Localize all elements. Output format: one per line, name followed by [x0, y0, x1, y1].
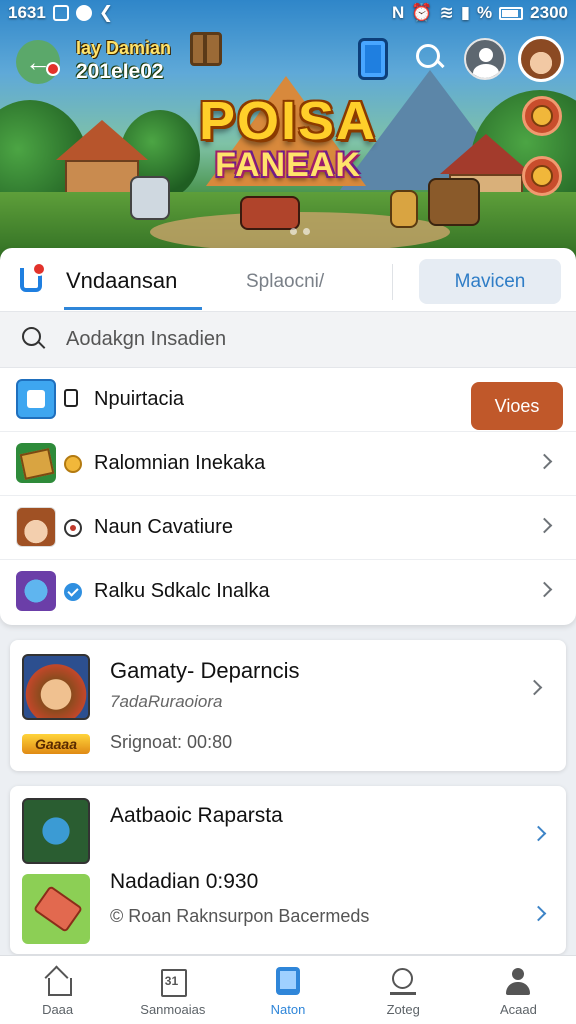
game-card-title: Aatbaoic Raparsta	[110, 804, 283, 827]
app-notification-icon	[75, 5, 92, 21]
chevron-right-icon[interactable]	[530, 905, 547, 922]
divider	[392, 264, 393, 300]
wifi-icon: ≋	[439, 3, 454, 22]
tab-bar: Vndaansan Splaocni/ Mavicen	[0, 248, 576, 312]
game-logo-line1: POISA	[198, 91, 378, 151]
user-icon	[503, 966, 533, 996]
chevron-right-icon	[536, 517, 553, 534]
notification-dot	[46, 62, 60, 76]
notification-dot	[32, 262, 46, 276]
main-card: Vndaansan Splaocni/ Mavicen Aodakgn Insa…	[0, 248, 576, 625]
monster-thumbnail-icon	[16, 571, 56, 611]
phone-icon[interactable]	[358, 38, 388, 80]
chevron-right-icon	[536, 581, 553, 598]
tab-active[interactable]: Vndaansan	[66, 268, 177, 294]
target-icon	[64, 519, 82, 537]
game-thumbnail-icon	[22, 654, 90, 720]
game-card-meta: © Roan Raknsurpon Bacermeds	[110, 906, 370, 926]
hero-subtitle: 201eIe02	[76, 60, 164, 83]
game-logo-line2: FANEAK	[215, 146, 361, 184]
game-card-title: Nadadian 0:930	[110, 870, 259, 893]
nav-item-account[interactable]: Acaad	[461, 956, 576, 1024]
list-item-label: Ralomnian Inekaka	[94, 452, 266, 474]
chevron-right-icon	[536, 453, 553, 470]
game-card-meta: Srignoat: 00:80	[110, 732, 233, 752]
chevron-right-icon[interactable]	[530, 825, 547, 842]
calendar-icon	[158, 966, 188, 997]
chevron-notification-icon: ❮	[98, 3, 114, 22]
status-time: 1631	[8, 3, 46, 22]
cart-character	[240, 196, 300, 230]
search-placeholder: Aodakgn Insadien	[66, 328, 227, 350]
document-icon	[64, 389, 78, 407]
game-badge: Gaaaa	[22, 734, 90, 754]
fish-thumbnail-icon	[22, 874, 90, 944]
search-icon	[22, 327, 48, 353]
list-item[interactable]: Ralku Sdkalc Inalka	[0, 560, 576, 624]
nfc-icon: N	[391, 3, 405, 22]
game-card-subtitle: 7adaRuraoiora	[110, 692, 223, 711]
badge-icon[interactable]	[522, 96, 562, 136]
tab-inactive[interactable]: Splaocni/	[246, 271, 324, 293]
carousel-dots[interactable]	[290, 228, 310, 235]
character-thumbnail-icon	[16, 507, 56, 547]
status-bar: 1631 ❮ N ⏰ ≋ ▮ % 2300	[0, 0, 576, 26]
notification-icon	[52, 5, 69, 21]
action-button[interactable]: Vioes	[471, 382, 563, 430]
chest-icon[interactable]	[190, 32, 222, 66]
alarm-icon: ⏰	[411, 3, 433, 22]
signal-icon: ▮	[460, 3, 471, 22]
list-item-label: Ralku Sdkalc Inalka	[94, 580, 270, 602]
nav-label: Zoteg	[386, 1002, 420, 1017]
robot-thumbnail-icon	[22, 798, 90, 864]
game-card-title: Gamaty- Deparncis	[110, 658, 300, 683]
tablet-icon	[273, 966, 303, 996]
search-icon	[388, 966, 418, 996]
hero-title: Iay Damian	[76, 38, 172, 58]
list-item[interactable]: Npuirtacia Vioes	[0, 368, 576, 432]
machine-character	[428, 178, 480, 226]
check-icon	[64, 583, 82, 601]
nav-item-home[interactable]: Daaa	[0, 956, 115, 1024]
nav-label: Acaad	[499, 1002, 537, 1017]
nav-label: Sanmoaias	[140, 1002, 206, 1017]
nav-label: Daaa	[42, 1002, 74, 1017]
tab-action-button[interactable]: Mavicen	[419, 259, 561, 304]
book-thumbnail-icon	[16, 443, 56, 483]
nav-item-calendar[interactable]: Sanmoaias	[115, 956, 230, 1024]
tab-underline	[64, 307, 202, 310]
bottom-nav: Daaa Sanmoaias Naton Zoteg Acaad	[0, 955, 576, 1024]
game-logo: POISA FANEAK	[176, 92, 400, 185]
status-battery-text: 2300	[530, 3, 568, 22]
coin-icon	[64, 455, 82, 473]
badge-icon[interactable]	[522, 156, 562, 196]
home-icon	[43, 966, 73, 996]
dog-character	[390, 190, 418, 228]
list-item-label: Npuirtacia	[94, 388, 185, 410]
profile-icon[interactable]	[464, 38, 506, 80]
chevron-right-icon	[526, 679, 543, 696]
search-icon[interactable]	[414, 42, 446, 74]
nav-item-tablet[interactable]: Naton	[230, 956, 345, 1024]
app-thumbnail-icon	[16, 379, 56, 419]
search-input[interactable]: Aodakgn Insadien	[0, 312, 576, 368]
game-card[interactable]: Gaaaa Gamaty- Deparncis 7adaRuraoiora Sr…	[10, 640, 566, 771]
avatar[interactable]	[518, 36, 564, 82]
percent-icon: %	[477, 3, 493, 22]
game-card[interactable]: Aatbaoic Raparsta Nadadian 0:930 © Roan …	[10, 786, 566, 954]
robot-character	[130, 176, 170, 220]
hero-banner[interactable]: 1631 ❮ N ⏰ ≋ ▮ % 2300 ← Iay Damian 201eI…	[0, 0, 576, 262]
list-item[interactable]: Naun Cavatiure	[0, 496, 576, 560]
nav-item-search[interactable]: Zoteg	[346, 956, 461, 1024]
list-item[interactable]: Ralomnian Inekaka	[0, 432, 576, 496]
nav-label: Naton	[270, 1002, 306, 1017]
list-item-label: Naun Cavatiure	[94, 516, 233, 538]
battery-icon	[499, 6, 524, 20]
